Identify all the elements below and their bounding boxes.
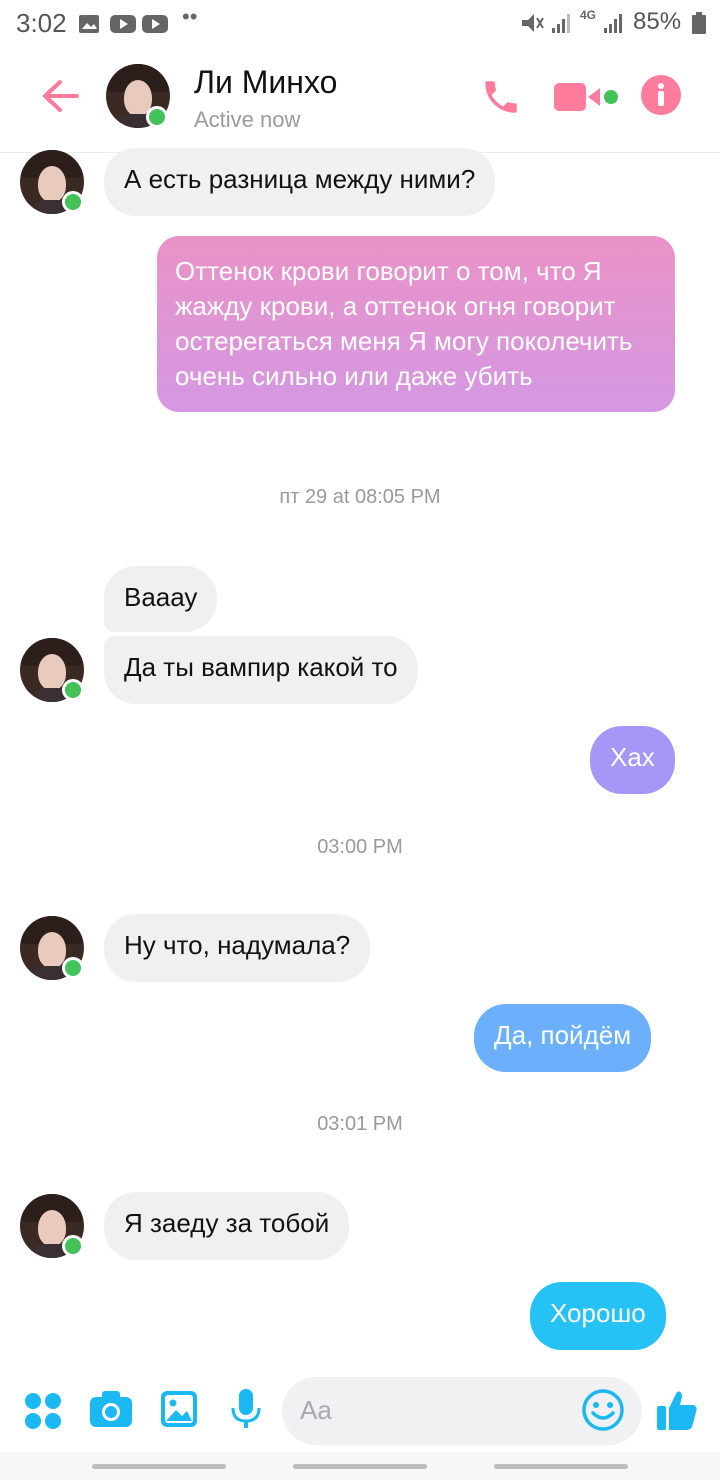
composer-bar: Aa — [0, 1372, 720, 1452]
thumbs-up-icon[interactable] — [656, 1388, 698, 1437]
incoming-message[interactable]: А есть разница между ними? — [104, 148, 496, 216]
phone-icon[interactable] — [480, 76, 522, 123]
status-bar: 3:02 •• 4G 85% — [0, 0, 720, 46]
timestamp: 03:01 PM — [317, 1113, 403, 1135]
online-indicator — [146, 106, 168, 128]
message-placeholder: Aa — [300, 1395, 332, 1425]
battery-percent: 85% — [633, 8, 682, 35]
online-indicator — [62, 679, 84, 701]
active-status: Active now — [194, 107, 301, 132]
nav-home-button[interactable] — [293, 1464, 427, 1469]
microphone-icon[interactable] — [230, 1388, 262, 1435]
signal-icon — [604, 10, 624, 41]
network-type: 4G — [580, 8, 597, 22]
nav-back-button[interactable] — [92, 1464, 226, 1469]
online-indicator — [62, 191, 84, 213]
incoming-message[interactable]: Да ты вампир какой то — [104, 636, 418, 704]
back-arrow-icon[interactable] — [40, 79, 80, 118]
youtube-notification-icon — [142, 10, 168, 41]
more-notifications-icon: •• — [182, 4, 198, 29]
contact-name[interactable]: Ли Минхо — [194, 64, 337, 101]
chat-header: Ли Минхо Active now — [0, 46, 720, 153]
outgoing-message[interactable]: Да, пойдём — [474, 1004, 652, 1072]
battery-icon — [692, 10, 706, 41]
online-indicator — [62, 1235, 84, 1257]
outgoing-message[interactable]: Оттенок крови говорит о том, что Я жажду… — [157, 236, 675, 412]
message-input[interactable]: Aa — [282, 1377, 642, 1445]
outgoing-message[interactable]: Хорошо — [530, 1282, 666, 1350]
camera-icon[interactable] — [90, 1390, 132, 1433]
video-icon[interactable] — [554, 80, 620, 119]
youtube-notification-icon — [110, 10, 136, 41]
timestamp: 03:00 PM — [317, 836, 403, 858]
timestamp: пт 29 at 08:05 PM — [279, 486, 441, 508]
info-icon[interactable] — [640, 74, 682, 121]
incoming-message[interactable]: Ну что, надумала? — [104, 914, 371, 982]
nav-recents-button[interactable] — [494, 1464, 628, 1469]
emoji-icon[interactable] — [582, 1389, 624, 1436]
mute-icon — [520, 10, 544, 41]
gallery-icon[interactable] — [160, 1390, 198, 1433]
system-navigation-bar — [0, 1452, 720, 1480]
gallery-notification-icon — [78, 10, 100, 41]
signal-icon — [552, 10, 572, 41]
online-indicator — [62, 957, 84, 979]
status-time: 3:02 — [16, 8, 67, 38]
outgoing-message[interactable]: Хах — [590, 726, 675, 794]
incoming-message[interactable]: Я заеду за тобой — [104, 1192, 350, 1260]
incoming-message[interactable]: Вааау — [104, 566, 218, 632]
apps-icon[interactable] — [24, 1392, 62, 1435]
